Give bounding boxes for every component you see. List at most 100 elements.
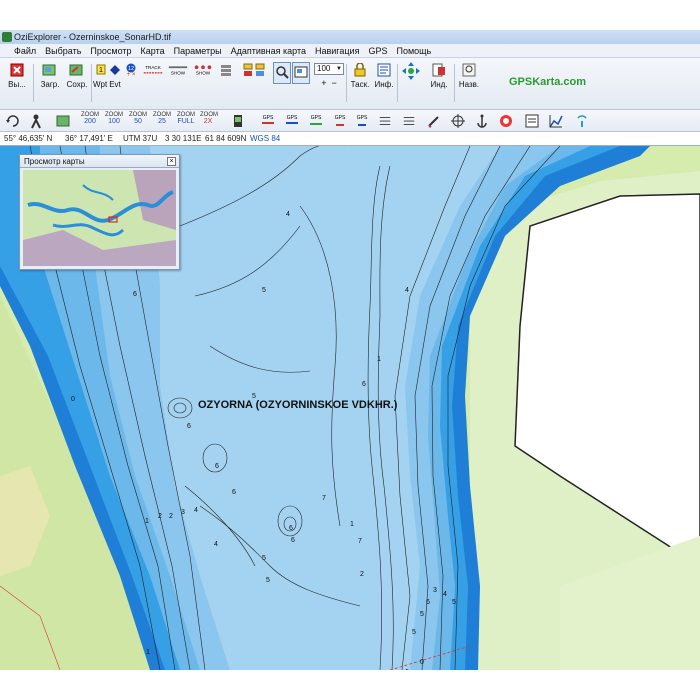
zoom-200-button[interactable]: ZOOM 200 bbox=[80, 112, 100, 130]
depth-label: 5 bbox=[262, 555, 266, 562]
chevron-down-icon: ▼ bbox=[336, 66, 342, 72]
person-icon[interactable] bbox=[28, 112, 44, 130]
info-button[interactable]: Инф. bbox=[372, 61, 396, 107]
gps-track-icon[interactable]: GPS bbox=[306, 112, 326, 130]
gps-waypoint-icon[interactable]: GPS bbox=[258, 112, 278, 130]
map-small-icon[interactable] bbox=[55, 112, 71, 130]
menu-adaptive-map[interactable]: Адаптивная карта bbox=[231, 44, 306, 57]
depth-label: 6 bbox=[133, 291, 137, 298]
exit-icon bbox=[10, 63, 24, 77]
zoom-control[interactable]: 100 ▼ + − bbox=[314, 61, 344, 107]
waypoint-button[interactable]: 1 Wpt bbox=[93, 61, 107, 107]
anchor-icon[interactable] bbox=[474, 112, 490, 130]
pen-icon[interactable] bbox=[426, 112, 442, 130]
svg-text:GPS: GPS bbox=[311, 115, 322, 121]
menu-bar: Файл Выбрать Просмотр Карта Параметры Ад… bbox=[0, 44, 700, 58]
depth-label: 4 bbox=[405, 287, 409, 294]
zoom-25-button[interactable]: ZOOM 25 bbox=[152, 112, 172, 130]
find-button[interactable] bbox=[273, 62, 291, 84]
depth-label: 6 bbox=[289, 525, 293, 532]
gps-download-icon[interactable]: GPS bbox=[352, 112, 372, 130]
track-button[interactable]: TRACK bbox=[140, 61, 166, 107]
svg-text:GPS: GPS bbox=[263, 115, 274, 121]
zoom-plus-minus[interactable]: + − bbox=[314, 78, 344, 88]
zoom-2x-button[interactable]: ZOOM 2X bbox=[200, 112, 218, 130]
svg-text:+ ×: + × bbox=[127, 72, 136, 77]
svg-text:1: 1 bbox=[99, 67, 103, 74]
lifebuoy-icon[interactable] bbox=[498, 112, 514, 130]
status-utm-zone: UTM 37U bbox=[123, 134, 158, 143]
application-window: OziExplorer - Ozerninskoe_SonarHD.tif Фа… bbox=[0, 30, 700, 670]
depth-label: 1 bbox=[350, 521, 354, 528]
move-map-button[interactable] bbox=[399, 61, 423, 107]
route-number-icon: 12+ × bbox=[126, 63, 136, 77]
chart-icon[interactable] bbox=[548, 112, 564, 130]
grid-settings-button[interactable] bbox=[239, 61, 269, 107]
main-toolbar: Вы... Загр. Сохр. 1 Wpt Evt 12 + × TRACK … bbox=[0, 58, 700, 110]
save-button[interactable]: Сохр. bbox=[64, 61, 90, 107]
menu-help[interactable]: Помощь bbox=[396, 44, 431, 57]
depth-label: 4 bbox=[443, 591, 447, 598]
menu-view[interactable]: Просмотр bbox=[90, 44, 131, 57]
svg-text:SHOW: SHOW bbox=[171, 71, 186, 76]
zoom-50-button[interactable]: ZOOM 50 bbox=[128, 112, 148, 130]
index-button[interactable]: Инд. bbox=[427, 61, 451, 107]
toolbar-separator bbox=[346, 64, 347, 102]
gps-upload-icon[interactable]: GPS bbox=[330, 112, 350, 130]
lock-icon bbox=[354, 63, 366, 77]
depth-label: 6 bbox=[426, 599, 430, 606]
menu-map[interactable]: Карта bbox=[141, 44, 165, 57]
save-icon bbox=[69, 64, 83, 76]
status-longitude: 36° 17,491' E bbox=[65, 134, 113, 143]
gps-route-icon[interactable]: GPS bbox=[282, 112, 302, 130]
svg-text:GPS: GPS bbox=[287, 115, 298, 121]
depth-label: 1 bbox=[377, 356, 381, 363]
depth-label: 7 bbox=[358, 538, 362, 545]
signal-icon[interactable] bbox=[574, 112, 590, 130]
map-overview-button[interactable] bbox=[292, 62, 310, 84]
depth-label: 4 bbox=[214, 541, 218, 548]
close-icon[interactable]: × bbox=[167, 157, 176, 166]
grid-toggle-icon[interactable] bbox=[378, 112, 392, 130]
show-track-button[interactable]: SHOW bbox=[166, 61, 190, 107]
svg-text:GPS: GPS bbox=[335, 115, 346, 121]
layers-button[interactable] bbox=[217, 61, 237, 107]
svg-text:GPS: GPS bbox=[357, 115, 368, 121]
app-icon bbox=[2, 32, 12, 42]
brand-logo: GPSKarta.com bbox=[509, 76, 587, 88]
event-button[interactable]: Evt bbox=[107, 61, 123, 107]
depth-label: 0 bbox=[420, 659, 424, 666]
toolbar-separator bbox=[33, 64, 34, 102]
overview-thumbnail[interactable] bbox=[23, 170, 176, 266]
grid-settings-icon bbox=[243, 63, 265, 76]
menu-select[interactable]: Выбрать bbox=[45, 44, 81, 57]
exit-button[interactable]: Вы... bbox=[4, 61, 30, 107]
measure-icon[interactable] bbox=[402, 112, 416, 130]
menu-file[interactable]: Файл bbox=[14, 44, 36, 57]
reload-icon[interactable] bbox=[5, 112, 21, 130]
svg-text:TRACK: TRACK bbox=[145, 65, 162, 70]
task-button[interactable]: Таск. bbox=[348, 61, 372, 107]
name-search-button[interactable]: Назв. bbox=[456, 61, 482, 107]
zoom-100-button[interactable]: ZOOM 100 bbox=[104, 112, 124, 130]
zoom-full-button[interactable]: ZOOM FULL bbox=[176, 112, 196, 130]
crosshair-icon[interactable] bbox=[450, 112, 466, 130]
properties-icon[interactable] bbox=[524, 112, 540, 130]
route-button[interactable]: 12 + × bbox=[123, 61, 139, 107]
move-arrows-icon bbox=[402, 62, 420, 80]
menu-parameters[interactable]: Параметры bbox=[174, 44, 222, 57]
load-button[interactable]: Загр. bbox=[37, 61, 63, 107]
depth-label: 5 bbox=[412, 629, 416, 636]
menu-gps[interactable]: GPS bbox=[368, 44, 387, 57]
map-load-icon bbox=[42, 64, 56, 76]
event-icon bbox=[110, 65, 120, 75]
magnifier-icon bbox=[276, 66, 289, 79]
show-waypoints-button[interactable]: SHOW bbox=[190, 61, 216, 107]
gps-icon[interactable] bbox=[230, 112, 246, 130]
menu-navigation[interactable]: Навигация bbox=[315, 44, 359, 57]
depth-label: 4 bbox=[286, 211, 290, 218]
depth-label: 5 bbox=[252, 393, 256, 400]
zoom-level-select[interactable]: 100 ▼ bbox=[314, 63, 344, 75]
depth-label: 6 bbox=[215, 463, 219, 470]
map-overview-window[interactable]: Просмотр карты × bbox=[19, 154, 180, 270]
